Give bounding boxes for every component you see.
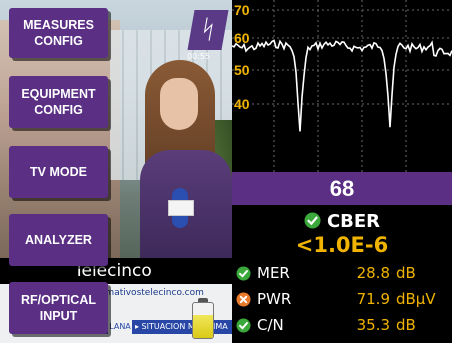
measure-value: 35.3 [356,316,390,334]
measure-value: 71.9 [356,290,390,308]
cber-row: CBER [232,211,452,233]
measures-config-button[interactable]: MEASURES CONFIG [9,8,108,58]
measure-row-mer: MER 28.8 dB [232,261,452,285]
rf-optical-input-label: RF/OPTICAL INPUT [21,293,96,323]
channel-logo-icon: ᛋ [187,10,229,50]
battery-shell [192,302,214,339]
cber-value: <1.0E-6 [295,233,389,257]
analyzer-button[interactable]: ANALYZER [9,214,108,266]
graph-y-tick-label: 50 [234,62,250,78]
measure-row-cn: C/N 35.3 dB [232,313,452,337]
measure-row-pwr: PWR 71.9 dBµV [232,287,452,311]
measure-unit: dB [396,264,416,282]
video-microphone-flag [168,200,194,216]
check-icon [236,318,251,333]
spectrum-graph-svg: 70 60 50 40 [231,0,452,172]
measure-unit: dB [396,316,416,334]
tv-mode-label: TV MODE [30,165,87,179]
measure-unit: dBµV [396,290,436,308]
channel-number: 68 [329,176,355,201]
measure-value: 28.8 [356,264,390,282]
graph-y-tick-label: 40 [234,96,250,112]
analyzer-label: ANALYZER [25,233,92,247]
check-icon [304,212,321,229]
battery-level-fill [193,315,213,338]
graph-y-axis-labels: 70 60 50 40 [234,2,250,112]
meter-screen: ᛋ 00:55 Telecinco informativostelecinco.… [0,0,452,343]
rf-optical-input-button[interactable]: RF/OPTICAL INPUT [9,282,108,334]
spectrum-trace [231,39,452,132]
video-reporter-face [160,78,198,130]
measures-config-label: MEASURES CONFIG [23,18,94,48]
graph-y-tick-label: 60 [234,30,250,46]
graph-grid [232,0,452,172]
measure-name: C/N [257,316,284,334]
graph-y-tick-label: 70 [234,2,250,18]
equipment-config-label: EQUIPMENT CONFIG [21,87,96,117]
ticker-left-text: LANA [108,320,132,334]
tv-mode-button[interactable]: TV MODE [9,146,108,198]
cber-label: CBER [326,211,381,232]
battery-icon [192,298,214,339]
channel-logo-subtext: 00:55 [187,52,211,61]
measures-panel: CBER <1.0E-6 MER 28.8 dB PWR 71.9 dBµV C… [232,205,452,343]
warning-x-icon [236,292,251,307]
measure-name: MER [257,264,290,282]
channel-number-bar[interactable]: 68 [232,172,452,205]
check-icon [236,266,251,281]
spectrum-graph: 70 60 50 40 [231,0,452,172]
measure-name: PWR [257,290,292,308]
equipment-config-button[interactable]: EQUIPMENT CONFIG [9,76,108,128]
